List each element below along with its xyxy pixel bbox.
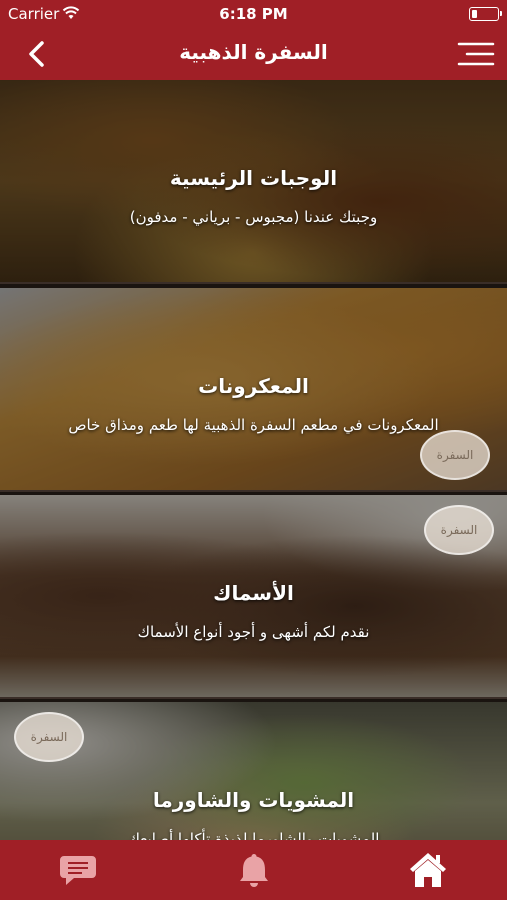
card-title: المشويات والشاورما [152,788,355,812]
card-title: الأسماك [213,581,294,605]
chat-icon[interactable] [56,850,100,890]
restaurant-logo-watermark: السفرة [14,712,84,762]
restaurant-logo-watermark: السفرة [424,505,494,555]
card-description: وجبتك عندنا (مجبوس - برياني - مدفون) [129,208,378,226]
card-description: المشويات والشاورما لذيذة تأكلها أصابعك [127,830,380,840]
card-description: نقدم لكم أشهى و أجود أنواع الأسماك [137,623,370,641]
category-list: الوجبات الرئيسية وجبتك عندنا (مجبوس - بر… [0,80,507,840]
bell-icon[interactable] [232,850,276,890]
card-description: المعكرونات في مطعم السفرة الذهبية لها طع… [68,416,439,434]
nav-bar: السفرة الذهبية [0,28,507,80]
status-bar: Carrier 6:18 PM [0,0,507,28]
hamburger-menu-icon[interactable] [457,40,495,68]
clock: 6:18 PM [219,5,288,23]
page-title: السفرة الذهبية [179,40,328,64]
restaurant-logo-watermark: السفرة [420,430,490,480]
category-card-fish[interactable]: السفرة الأسماك نقدم لكم أشهى و أجود أنوا… [0,495,507,699]
card-title: المعكرونات [198,374,309,398]
category-card-grills[interactable]: السفرة المشويات والشاورما المشويات والشا… [0,702,507,840]
category-card-pasta[interactable]: السفرة المعكرونات المعكرونات في مطعم الس… [0,288,507,492]
card-title: الوجبات الرئيسية [169,166,338,190]
home-icon[interactable] [406,850,450,890]
category-card-main-meals[interactable]: الوجبات الرئيسية وجبتك عندنا (مجبوس - بر… [0,80,507,284]
battery-icon [469,7,502,21]
tab-bar [0,840,507,900]
